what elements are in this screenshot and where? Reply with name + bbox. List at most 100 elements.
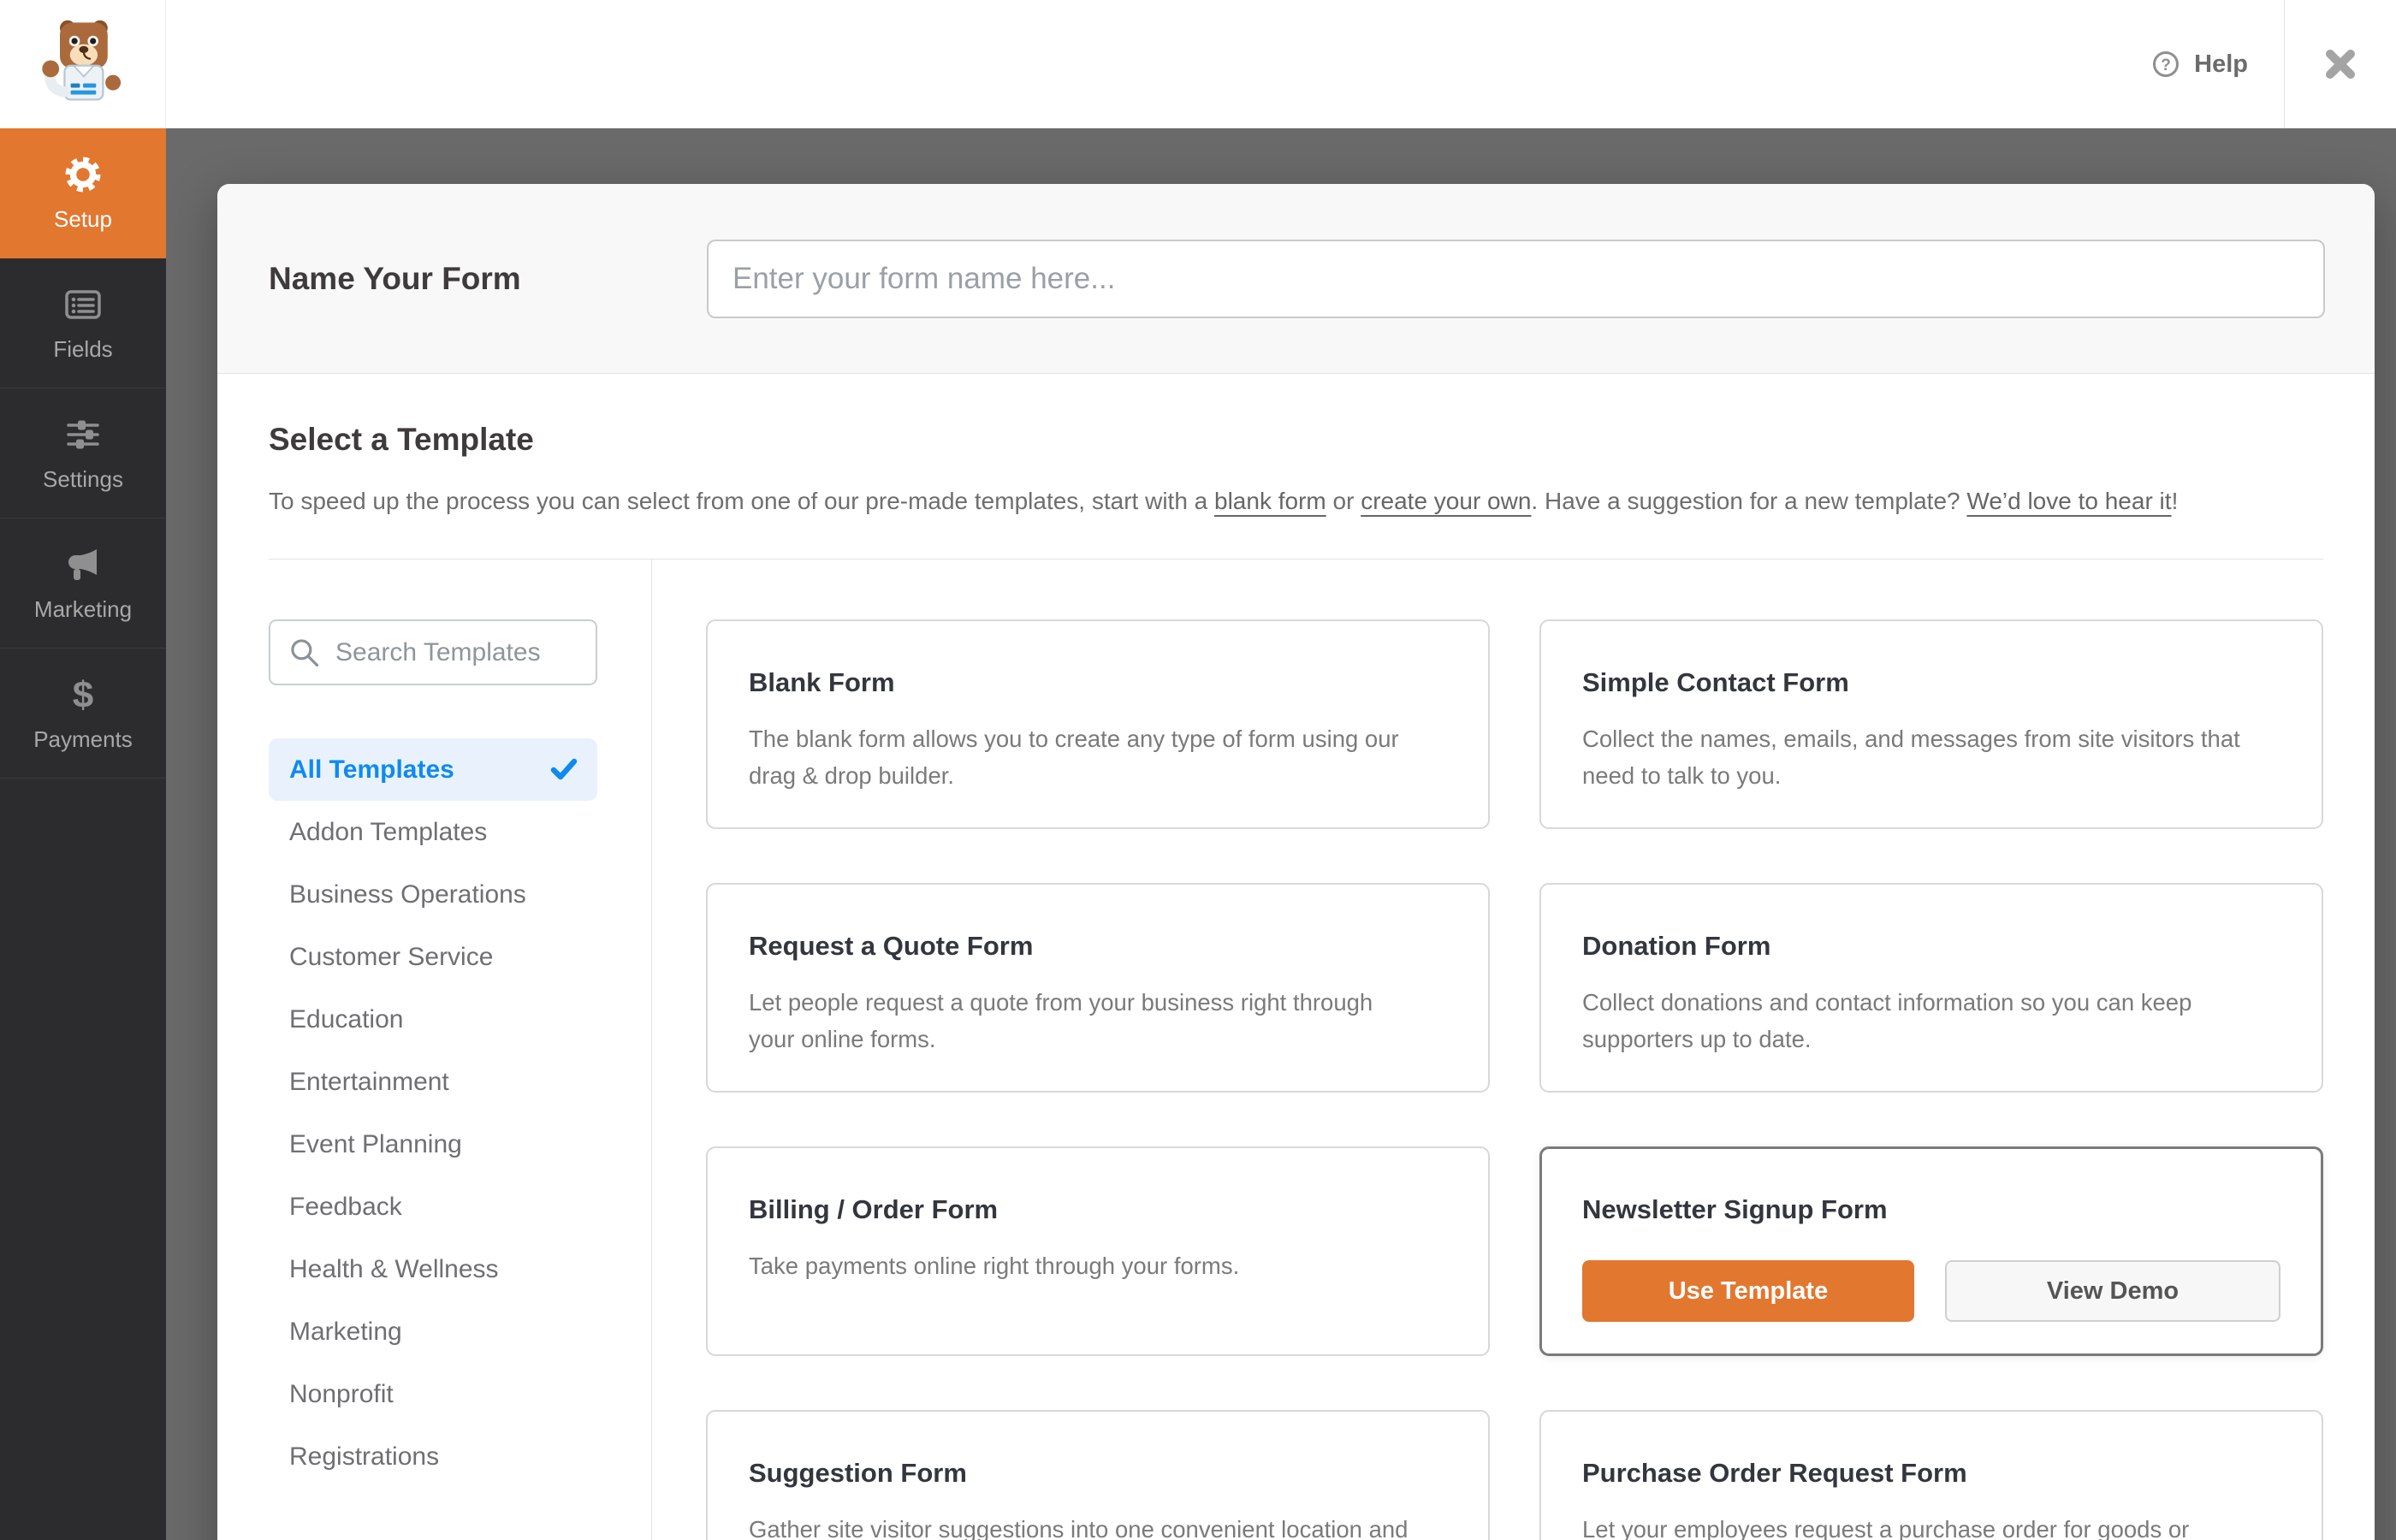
template-card[interactable]: Donation Form Collect donations and cont… (1539, 883, 2323, 1093)
category-item[interactable]: Business Operations (269, 863, 597, 926)
template-card-actions: Use Template View Demo (1582, 1260, 2280, 1322)
category-label: Addon Templates (289, 817, 488, 846)
create-your-own-link[interactable]: create your own (1361, 488, 1531, 514)
setup-panel: Name Your Form Select a Template To spee… (217, 184, 2375, 1540)
template-browser: All Templates Addon Templates Business O… (269, 560, 2323, 1540)
suggestion-link[interactable]: We’d love to hear it (1966, 488, 2171, 514)
description-text: ! (2171, 488, 2179, 514)
builder-backdrop: Name Your Form Select a Template To spee… (166, 128, 2396, 1540)
svg-text:$: $ (73, 674, 93, 715)
category-item[interactable]: Entertainment (269, 1051, 597, 1113)
description-text: To speed up the process you can select f… (269, 488, 1215, 514)
close-builder-button[interactable] (2284, 0, 2396, 128)
template-card[interactable]: Blank Form The blank form allows you to … (706, 619, 1490, 829)
name-your-form-section: Name Your Form (217, 184, 2375, 374)
sidebar-item-setup[interactable]: Setup (0, 128, 166, 258)
search-templates-input[interactable] (322, 637, 596, 667)
svg-text:?: ? (2161, 56, 2171, 74)
template-section: Select a Template To speed up the proces… (217, 374, 2375, 1540)
category-item-all-templates[interactable]: All Templates (269, 738, 597, 801)
builder-sidebar: Setup Fields Settings Marketing $ Paymen… (0, 128, 166, 1540)
category-item[interactable]: Addon Templates (269, 801, 597, 863)
category-label: Entertainment (289, 1067, 449, 1096)
check-icon (550, 758, 578, 779)
template-filters: All Templates Addon Templates Business O… (269, 560, 597, 1488)
template-card-description: Let your employees request a purchase or… (1582, 1516, 2190, 1540)
help-button[interactable]: ? Help (2151, 50, 2248, 79)
template-card-title: Request a Quote Form (749, 931, 1034, 961)
name-form-title: Name Your Form (269, 260, 521, 296)
template-card[interactable]: Request a Quote Form Let people request … (706, 883, 1490, 1093)
category-item[interactable]: Education (269, 988, 597, 1051)
fields-icon (65, 289, 101, 319)
category-label: Marketing (289, 1317, 402, 1346)
description-text: . Have a suggestion for a new template? (1531, 488, 1967, 514)
template-card-description: Let people request a quote from your bus… (749, 989, 1373, 1052)
category-item[interactable]: Nonprofit (269, 1363, 597, 1425)
dollar-icon: $ (73, 674, 93, 715)
category-item[interactable]: Marketing (269, 1300, 597, 1363)
megaphone-icon (68, 548, 97, 580)
top-bar-actions: ? Help (2151, 0, 2396, 128)
category-item[interactable]: Registrations (269, 1425, 597, 1488)
sidebar-item-payments[interactable]: $ Payments (0, 649, 166, 779)
template-card[interactable]: Purchase Order Request Form Let your emp… (1539, 1410, 2323, 1540)
template-card[interactable]: Simple Contact Form Collect the names, e… (1539, 619, 2323, 829)
gear-icon (65, 157, 101, 192)
category-item[interactable]: Feedback (269, 1176, 597, 1238)
category-label: Registrations (289, 1442, 440, 1471)
help-label: Help (2194, 50, 2248, 78)
template-card[interactable]: Billing / Order Form Take payments onlin… (706, 1146, 1490, 1356)
category-label: Business Operations (289, 880, 526, 909)
template-card-title: Newsletter Signup Form (1582, 1194, 1888, 1224)
bear-mascot-icon (41, 20, 121, 101)
template-card-title: Purchase Order Request Form (1582, 1458, 1967, 1488)
category-label: Customer Service (289, 942, 494, 971)
template-card[interactable]: Suggestion Form Gather site visitor sugg… (706, 1410, 1490, 1540)
template-card-title: Simple Contact Form (1582, 667, 1849, 697)
sidebar-item-settings[interactable]: Settings (0, 388, 166, 518)
template-card-description: Gather site visitor suggestions into one… (749, 1516, 1409, 1540)
top-bar: ? Help (0, 0, 2396, 128)
template-card-title: Blank Form (749, 667, 895, 697)
view-demo-button[interactable]: View Demo (1945, 1260, 2280, 1322)
sidebar-item-label: Fields (53, 335, 113, 362)
question-circle-icon: ? (2153, 51, 2180, 77)
divider (651, 560, 652, 1540)
sidebar-item-fields[interactable]: Fields (0, 258, 166, 388)
sliders-icon (67, 420, 99, 448)
close-icon (2326, 50, 2355, 79)
form-builder-app: ? Help Setup Fields Settings Marketing $… (0, 0, 2396, 1540)
use-template-button[interactable]: Use Template (1582, 1260, 1914, 1322)
form-name-input[interactable] (707, 239, 2325, 318)
template-card-title: Billing / Order Form (749, 1194, 999, 1224)
template-card-title: Suggestion Form (749, 1458, 967, 1488)
category-item[interactable]: Customer Service (269, 926, 597, 988)
sidebar-item-label: Settings (43, 465, 123, 492)
category-label: Nonprofit (289, 1379, 394, 1408)
template-card-description: Collect the names, emails, and messages … (1582, 726, 2240, 789)
category-item[interactable]: Event Planning (269, 1113, 597, 1176)
category-item[interactable]: Health & Wellness (269, 1238, 597, 1300)
sidebar-item-label: Payments (33, 726, 133, 752)
search-templates-box (269, 619, 597, 685)
template-category-list: All Templates Addon Templates Business O… (269, 738, 597, 1488)
template-card-newsletter-signup[interactable]: Newsletter Signup Form Use Template View… (1539, 1146, 2323, 1356)
category-label: Education (289, 1004, 404, 1034)
sidebar-item-label: Marketing (33, 595, 133, 622)
wpforms-logo (0, 0, 166, 128)
select-template-title: Select a Template (269, 422, 534, 457)
template-card-description: Collect donations and contact informatio… (1582, 989, 2192, 1052)
template-card-description: The blank form allows you to create any … (749, 726, 1399, 789)
search-icon (291, 638, 319, 666)
description-text: or (1326, 488, 1361, 514)
sidebar-item-label: Setup (54, 205, 112, 232)
template-card-grid: Blank Form The blank form allows you to … (706, 560, 2323, 1540)
category-label: Event Planning (289, 1129, 462, 1158)
template-card-description: Take payments online right through your … (749, 1253, 1240, 1279)
sidebar-item-marketing[interactable]: Marketing (0, 518, 166, 649)
template-description: To speed up the process you can select f… (269, 483, 2323, 519)
template-card-title: Donation Form (1582, 931, 1771, 961)
category-label: Feedback (289, 1192, 402, 1221)
blank-form-link[interactable]: blank form (1214, 488, 1326, 514)
